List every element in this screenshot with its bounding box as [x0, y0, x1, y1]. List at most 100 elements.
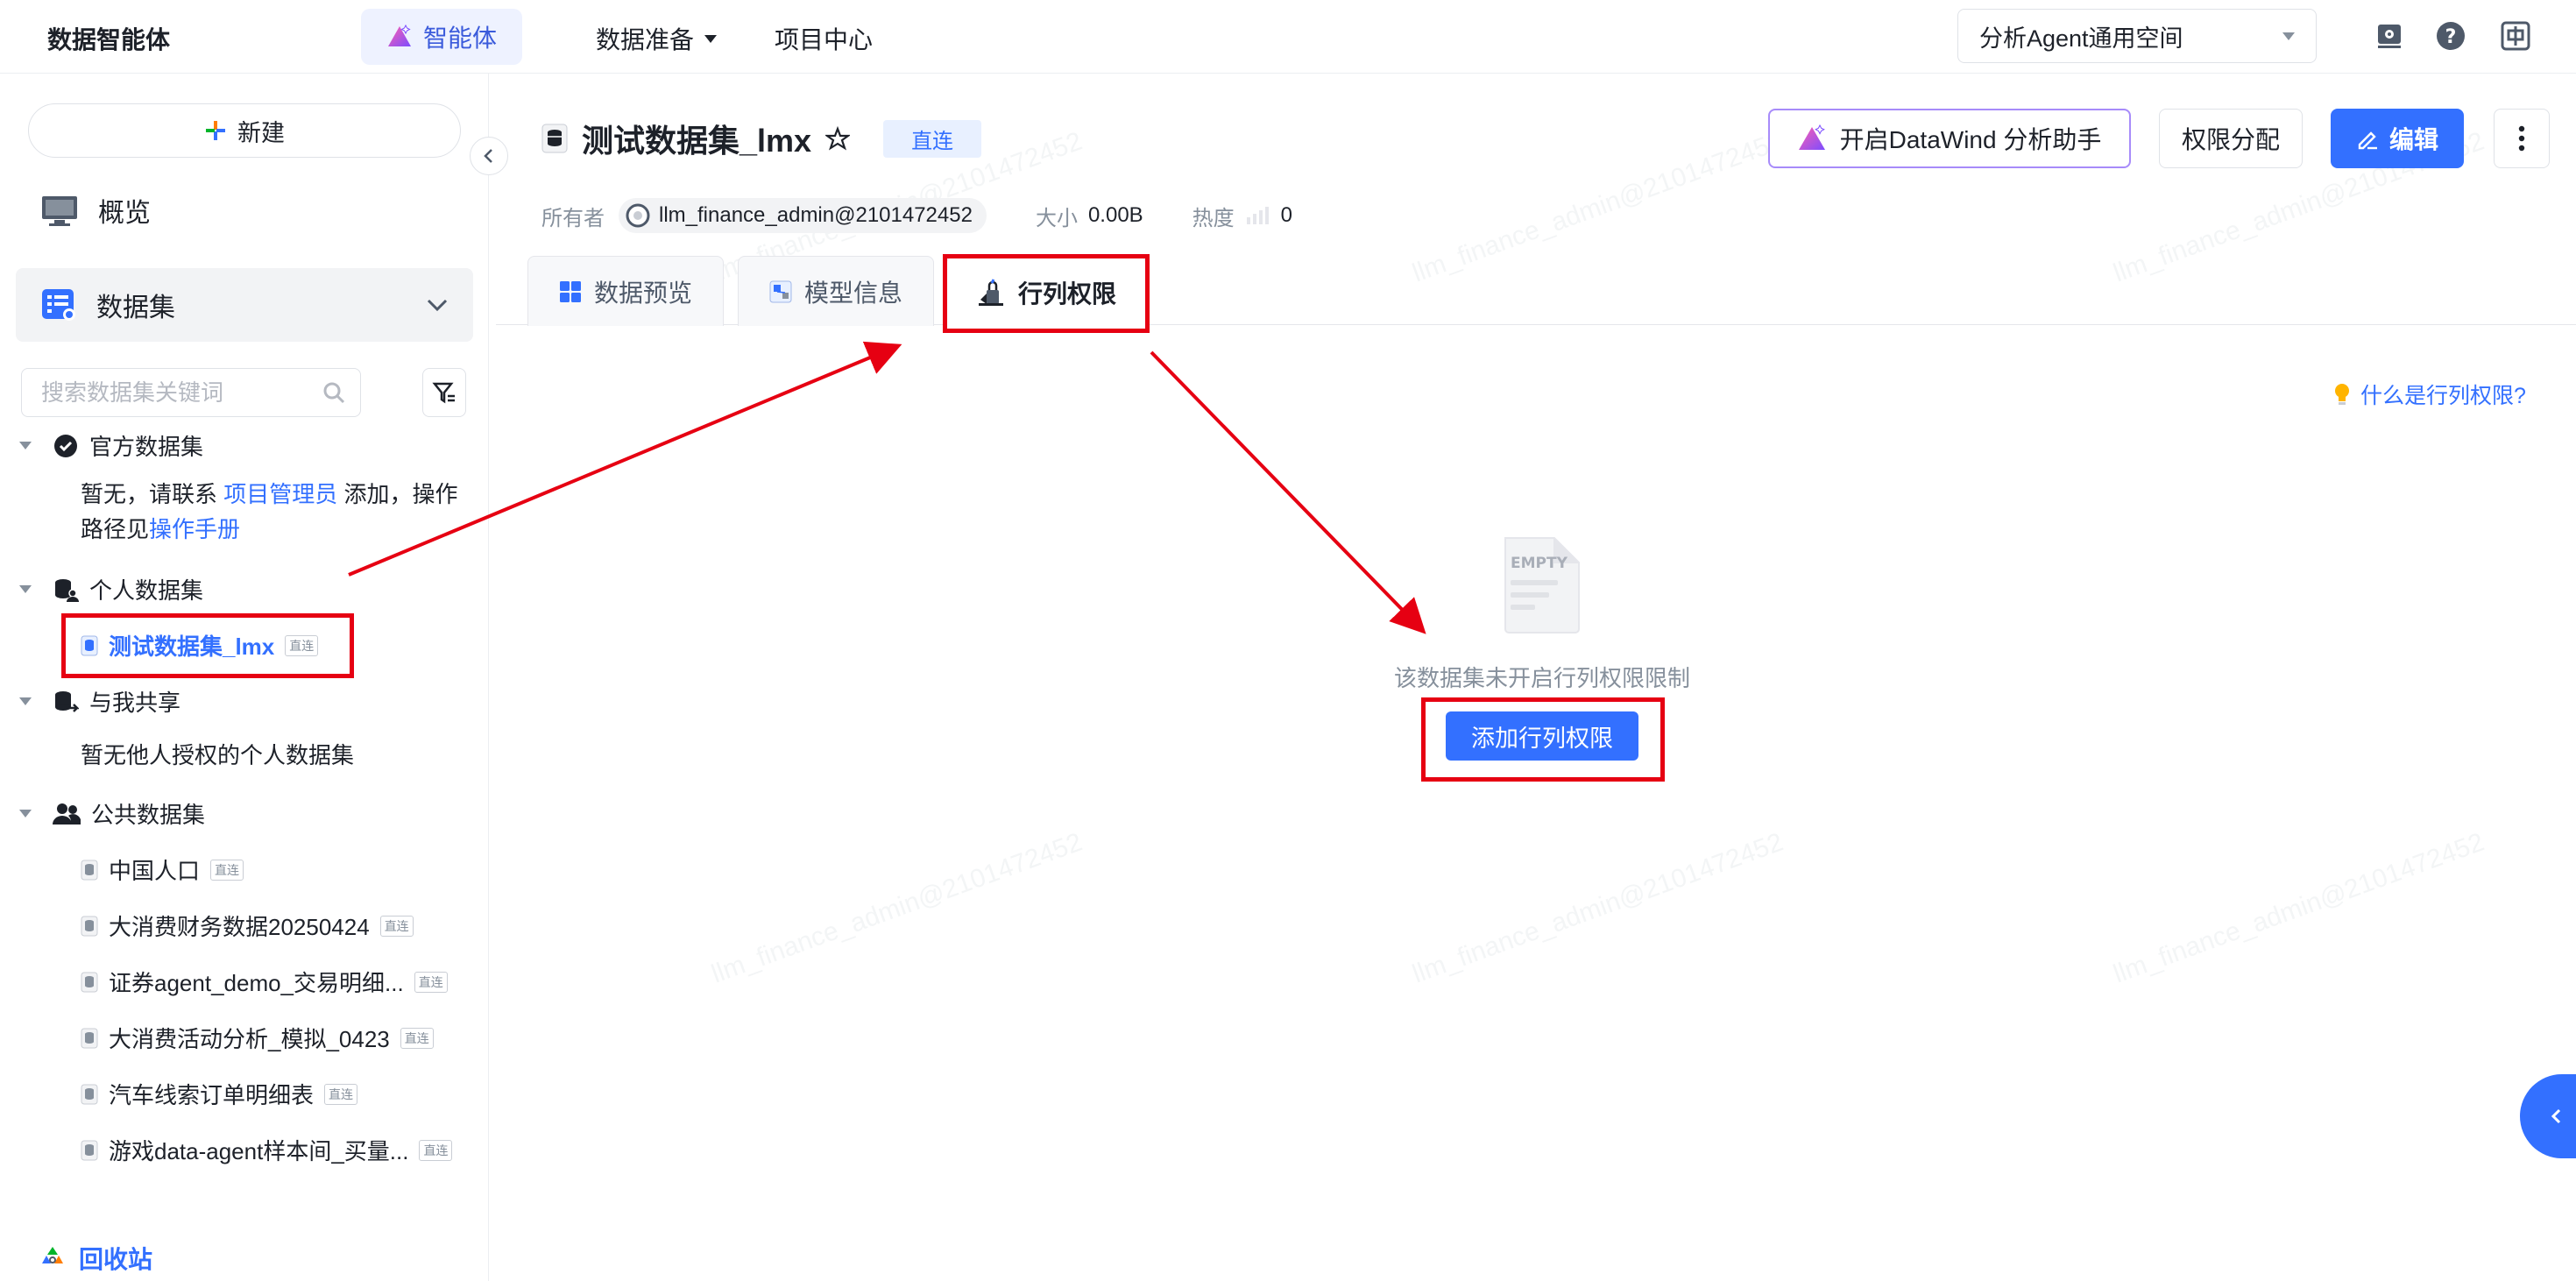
manual-link[interactable]: 操作手册 — [149, 516, 240, 542]
owner-label: 所有者 — [541, 206, 605, 230]
group-official-datasets[interactable]: 官方数据集 — [19, 429, 203, 462]
official-empty-text: 暂无，请联系 项目管理员 添加，操作路径见操作手册 — [81, 477, 466, 547]
agent-logo-icon — [1798, 124, 1828, 152]
more-actions-button[interactable] — [2494, 109, 2550, 168]
new-button[interactable]: 新建 — [28, 103, 461, 158]
direct-connect-tag: 直连 — [419, 1139, 453, 1161]
chevron-down-icon — [704, 34, 718, 43]
tab-label: 行列权限 — [1017, 280, 1116, 308]
dataset-name: 汽车线索订单明细表 — [109, 1082, 315, 1108]
dataset-search-input[interactable] — [41, 379, 322, 407]
dataset-item[interactable]: 汽车线索订单明细表 直连 — [81, 1078, 358, 1110]
search-icon[interactable] — [322, 380, 346, 405]
dataset-nav-icon — [40, 287, 77, 322]
database-user-icon — [53, 577, 79, 603]
dataset-item-active[interactable]: 测试数据集_lmx 直连 — [81, 629, 319, 662]
watermark-text: llm_finance_admin@2101472452 — [1408, 827, 1787, 989]
add-permission-button[interactable]: 添加行列权限 — [1446, 711, 1638, 761]
page-title: 测试数据集_lmx — [582, 123, 812, 159]
new-button-label: 新建 — [237, 119, 285, 146]
pencil-icon — [2356, 127, 2379, 150]
nav-data-prep[interactable]: 数据准备 — [596, 21, 718, 56]
group-personal-datasets[interactable]: 个人数据集 — [19, 573, 203, 605]
dataset-item[interactable]: 大消费活动分析_模拟_0423 直连 — [81, 1022, 434, 1054]
recycle-label: 回收站 — [79, 1246, 153, 1273]
filter-button[interactable] — [422, 368, 466, 417]
nav-project-center[interactable]: 项目中心 — [775, 21, 873, 56]
help-link-label: 什么是行列权限? — [2360, 384, 2526, 408]
brand-title: 数据智能体 — [47, 26, 171, 53]
open-assistant-button[interactable]: 开启DataWind 分析助手 — [1768, 109, 2131, 168]
tab-model-info[interactable]: 模型信息 — [738, 256, 934, 326]
nav-agent-label: 智能体 — [422, 25, 497, 52]
direct-connect-tag: 直连 — [400, 1027, 434, 1049]
database-icon — [81, 860, 98, 881]
database-icon — [541, 124, 568, 153]
grid-icon — [559, 280, 582, 303]
dataset-item[interactable]: 证券agent_demo_交易明细... 直连 — [81, 966, 448, 998]
sidebar-item-overview[interactable]: 概览 — [16, 173, 473, 247]
watermark-text: llm_finance_admin@2101472452 — [707, 827, 1086, 989]
dataset-title-row: 测试数据集_lmx 直连 — [541, 116, 982, 161]
dataset-item[interactable]: 大消费财务数据20250424 直连 — [81, 909, 414, 942]
edit-button[interactable]: 编辑 — [2331, 109, 2464, 168]
owner-chip[interactable]: llm_finance_admin@2101472452 — [619, 198, 987, 233]
nav-project-center-label: 项目中心 — [775, 26, 874, 53]
sidebar-item-datasets-main: 数据集 — [40, 286, 175, 324]
group-title: 官方数据集 — [89, 434, 204, 460]
nav-data-prep-label: 数据准备 — [596, 26, 695, 53]
dataset-item[interactable]: 中国人口 直连 — [81, 853, 244, 886]
direct-connect-tag: 直连 — [210, 859, 244, 881]
annotation-arrow-to-empty — [1150, 350, 1426, 634]
database-share-icon — [53, 689, 79, 715]
users-icon — [53, 802, 81, 826]
sidebar: 新建 概览 数据集 官方数据集 — [0, 74, 489, 1281]
permission-assign-button[interactable]: 权限分配 — [2159, 109, 2303, 168]
empty-document-icon: EMPTY — [1504, 537, 1580, 633]
dataset-item[interactable]: 游戏data-agent样本间_买量... 直连 — [81, 1134, 453, 1166]
admin-settings-icon[interactable] — [2374, 21, 2404, 51]
sidebar-item-datasets[interactable]: 数据集 — [16, 268, 473, 342]
dataset-search-box — [21, 368, 361, 417]
nav-agent-tab[interactable]: 智能体 — [361, 9, 522, 65]
tab-row-column-permission[interactable]: 行列权限 — [946, 256, 1146, 328]
top-navbar: 数据智能体 智能体 数据准备 项目中心 分析Agent通用空间 ? — [0, 0, 2576, 74]
edit-label: 编辑 — [2388, 126, 2438, 153]
sidebar-collapse-button[interactable] — [470, 137, 508, 175]
what-is-permission-link[interactable]: 什么是行列权限? — [2332, 379, 2526, 410]
help-icon[interactable]: ? — [2436, 21, 2466, 51]
tab-label: 数据预览 — [593, 279, 692, 307]
group-title: 个人数据集 — [89, 577, 204, 604]
group-title: 公共数据集 — [91, 802, 206, 828]
dataset-name: 中国人口 — [109, 858, 201, 884]
space-select[interactable]: 分析Agent通用空间 — [1957, 9, 2317, 63]
caret-down-icon — [19, 585, 32, 593]
dataset-name: 游戏data-agent样本间_买量... — [109, 1138, 409, 1164]
database-icon — [81, 1140, 98, 1161]
space-select-value: 分析Agent通用空间 — [1979, 25, 2183, 52]
watermark-text: llm_finance_admin@2101472452 — [1408, 126, 1787, 288]
chevron-left-icon — [2550, 1107, 2562, 1126]
tab-data-preview[interactable]: 数据预览 — [527, 256, 724, 326]
plus-icon — [204, 119, 227, 142]
language-switch-icon[interactable] — [2501, 21, 2530, 51]
star-icon[interactable] — [825, 126, 851, 151]
dataset-name: 大消费财务数据20250424 — [109, 914, 370, 940]
sidebar-item-label: 概览 — [98, 199, 151, 228]
project-admin-link[interactable]: 项目管理员 — [223, 481, 337, 507]
recycle-bin-link[interactable]: 回收站 — [39, 1241, 152, 1276]
floating-expand-button[interactable] — [2520, 1074, 2576, 1158]
dataset-name: 测试数据集_lmx — [109, 633, 275, 660]
database-icon — [81, 635, 98, 656]
group-shared-with-me[interactable]: 与我共享 — [19, 685, 180, 718]
database-icon — [81, 1028, 98, 1049]
group-public-datasets[interactable]: 公共数据集 — [19, 797, 205, 830]
size-value: 0.00B — [1087, 203, 1143, 227]
shared-empty-text: 暂无他人授权的个人数据集 — [81, 742, 355, 768]
direct-connect-tag: 直连 — [414, 971, 448, 993]
heat-bars-icon — [1246, 207, 1269, 224]
sidebar-item-label: 数据集 — [96, 294, 175, 322]
chevron-down-icon — [426, 298, 449, 312]
lock-icon — [976, 278, 1006, 308]
more-vertical-icon — [2518, 125, 2525, 152]
